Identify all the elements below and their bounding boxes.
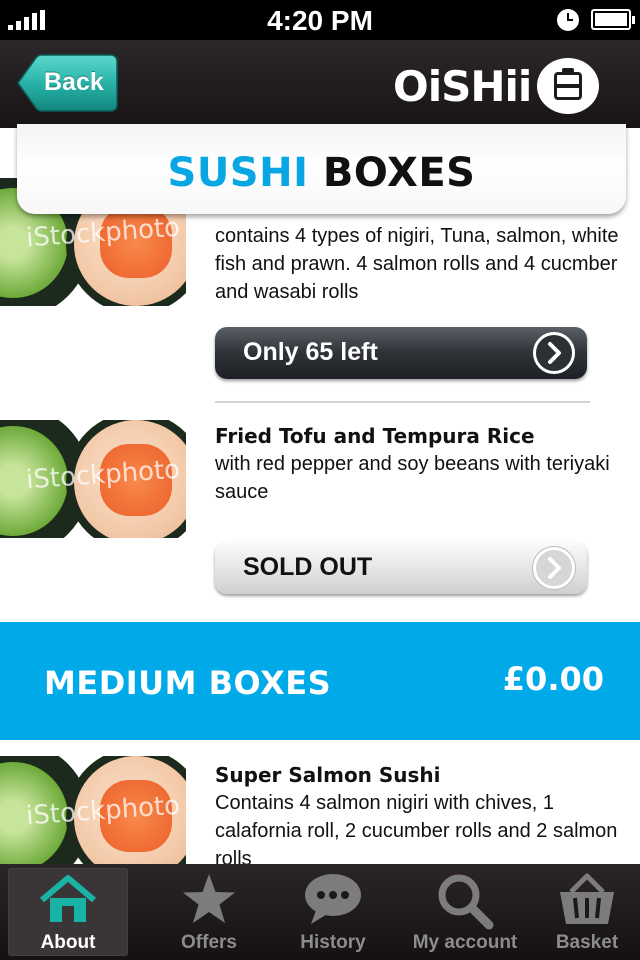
- navigation-bar: Back OiSHii: [0, 40, 640, 128]
- alarm-clock-icon: [557, 9, 579, 31]
- tab-my-account[interactable]: My account: [400, 864, 530, 960]
- battery-icon: [591, 9, 635, 30]
- status-bar: 4:20 PM: [0, 0, 640, 40]
- product-image: iStockphoto: [0, 756, 186, 864]
- logo-text: OiSHii: [393, 61, 532, 111]
- section-price: £0.00: [502, 660, 604, 698]
- tab-label: Basket: [555, 932, 619, 953]
- item-divider: [215, 401, 590, 403]
- section-header-medium-boxes[interactable]: MEDIUM BOXES £0.00: [0, 622, 640, 740]
- category-title: SUSHI BOXES: [17, 150, 626, 196]
- product-name: Super Salmon Sushi: [215, 763, 441, 787]
- stock-button-label: Only 65 left: [243, 338, 378, 366]
- tab-about[interactable]: About: [8, 868, 128, 956]
- chevron-right-icon: [533, 547, 575, 589]
- category-title-accent: SUSHI: [167, 150, 309, 196]
- stock-button[interactable]: Only 65 left: [215, 327, 587, 379]
- product-name: Fried Tofu and Tempura Rice: [215, 424, 535, 448]
- home-icon: [40, 875, 96, 922]
- bento-box-icon: [537, 58, 600, 114]
- category-title-main: BOXES: [322, 150, 476, 196]
- product-description: contains 4 types of nigiri, Tuna, salmon…: [215, 225, 619, 303]
- tab-bar: About Offers History My account Basket: [0, 864, 640, 960]
- product-list[interactable]: iStockphoto contains 4 types of nigiri, …: [0, 128, 640, 864]
- tab-label: History: [300, 932, 366, 953]
- star-icon: [183, 874, 235, 923]
- tab-label: My account: [412, 932, 518, 953]
- tab-history[interactable]: History: [274, 864, 392, 960]
- search-icon: [438, 874, 494, 930]
- sold-out-button[interactable]: SOLD OUT: [215, 542, 587, 594]
- speech-bubble-icon: [305, 874, 361, 924]
- product-image: iStockphoto: [0, 420, 186, 538]
- basket-icon: [560, 873, 614, 924]
- tab-offers[interactable]: Offers: [150, 864, 268, 960]
- sold-out-button-label: SOLD OUT: [243, 553, 373, 581]
- product-description: Contains 4 salmon nigiri with chives, 1 …: [215, 792, 618, 864]
- category-title-panel: SUSHI BOXES: [17, 124, 626, 214]
- tab-basket[interactable]: Basket: [534, 864, 640, 960]
- tab-label: About: [40, 932, 96, 953]
- chevron-right-icon: [533, 332, 575, 374]
- back-button-label: Back: [44, 68, 104, 96]
- product-description: with red pepper and soy beeans with teri…: [215, 453, 610, 503]
- brand-logo: OiSHii: [393, 58, 600, 114]
- section-title: MEDIUM BOXES: [44, 664, 332, 702]
- tab-label: Offers: [181, 932, 237, 953]
- status-time: 4:20 PM: [267, 5, 373, 36]
- back-button[interactable]: Back: [16, 54, 118, 112]
